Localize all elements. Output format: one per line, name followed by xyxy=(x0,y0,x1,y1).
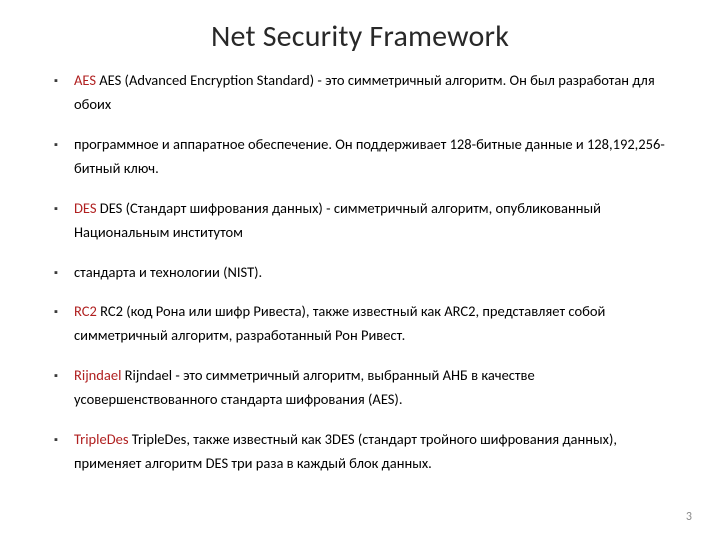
list-item: DES DES (Стандарт шифрования данных) - с… xyxy=(54,197,672,245)
list-item: TripleDes TripleDes, также известный как… xyxy=(54,428,672,476)
list-item: стандарта и технологии (NIST). xyxy=(54,261,672,285)
term: DES xyxy=(74,199,97,217)
bullet-text: DES (Стандарт шифрования данных) - симме… xyxy=(74,199,601,241)
bullet-text: RC2 (код Рона или шифр Ривеста), также и… xyxy=(74,302,605,344)
bullet-text: Rijndael - это симметричный алгоритм, вы… xyxy=(74,366,535,408)
term: Rijndael xyxy=(74,366,121,384)
list-item: AES AES (Advanced Encryption Standard) -… xyxy=(54,69,672,117)
bullet-list: AES AES (Advanced Encryption Standard) -… xyxy=(48,69,672,476)
term: TripleDes xyxy=(74,430,129,448)
page-number: 3 xyxy=(686,510,692,524)
bullet-text: стандарта и технологии (NIST). xyxy=(74,263,262,281)
bullet-text: программное и аппаратное обеспечение. Он… xyxy=(74,135,665,177)
bullet-text: AES (Advanced Encryption Standard) - это… xyxy=(74,71,655,113)
list-item: Rijndael Rijndael - это симметричный алг… xyxy=(54,364,672,412)
list-item: RC2 RC2 (код Рона или шифр Ривеста), так… xyxy=(54,300,672,348)
slide: Net Security Framework AES AES (Advanced… xyxy=(0,0,720,540)
term: RC2 xyxy=(74,302,97,320)
bullet-text: TripleDes, также известный как 3DES (ста… xyxy=(74,430,617,472)
page-title: Net Security Framework xyxy=(48,18,672,55)
list-item: программное и аппаратное обеспечение. Он… xyxy=(54,133,672,181)
term: AES xyxy=(74,71,96,89)
